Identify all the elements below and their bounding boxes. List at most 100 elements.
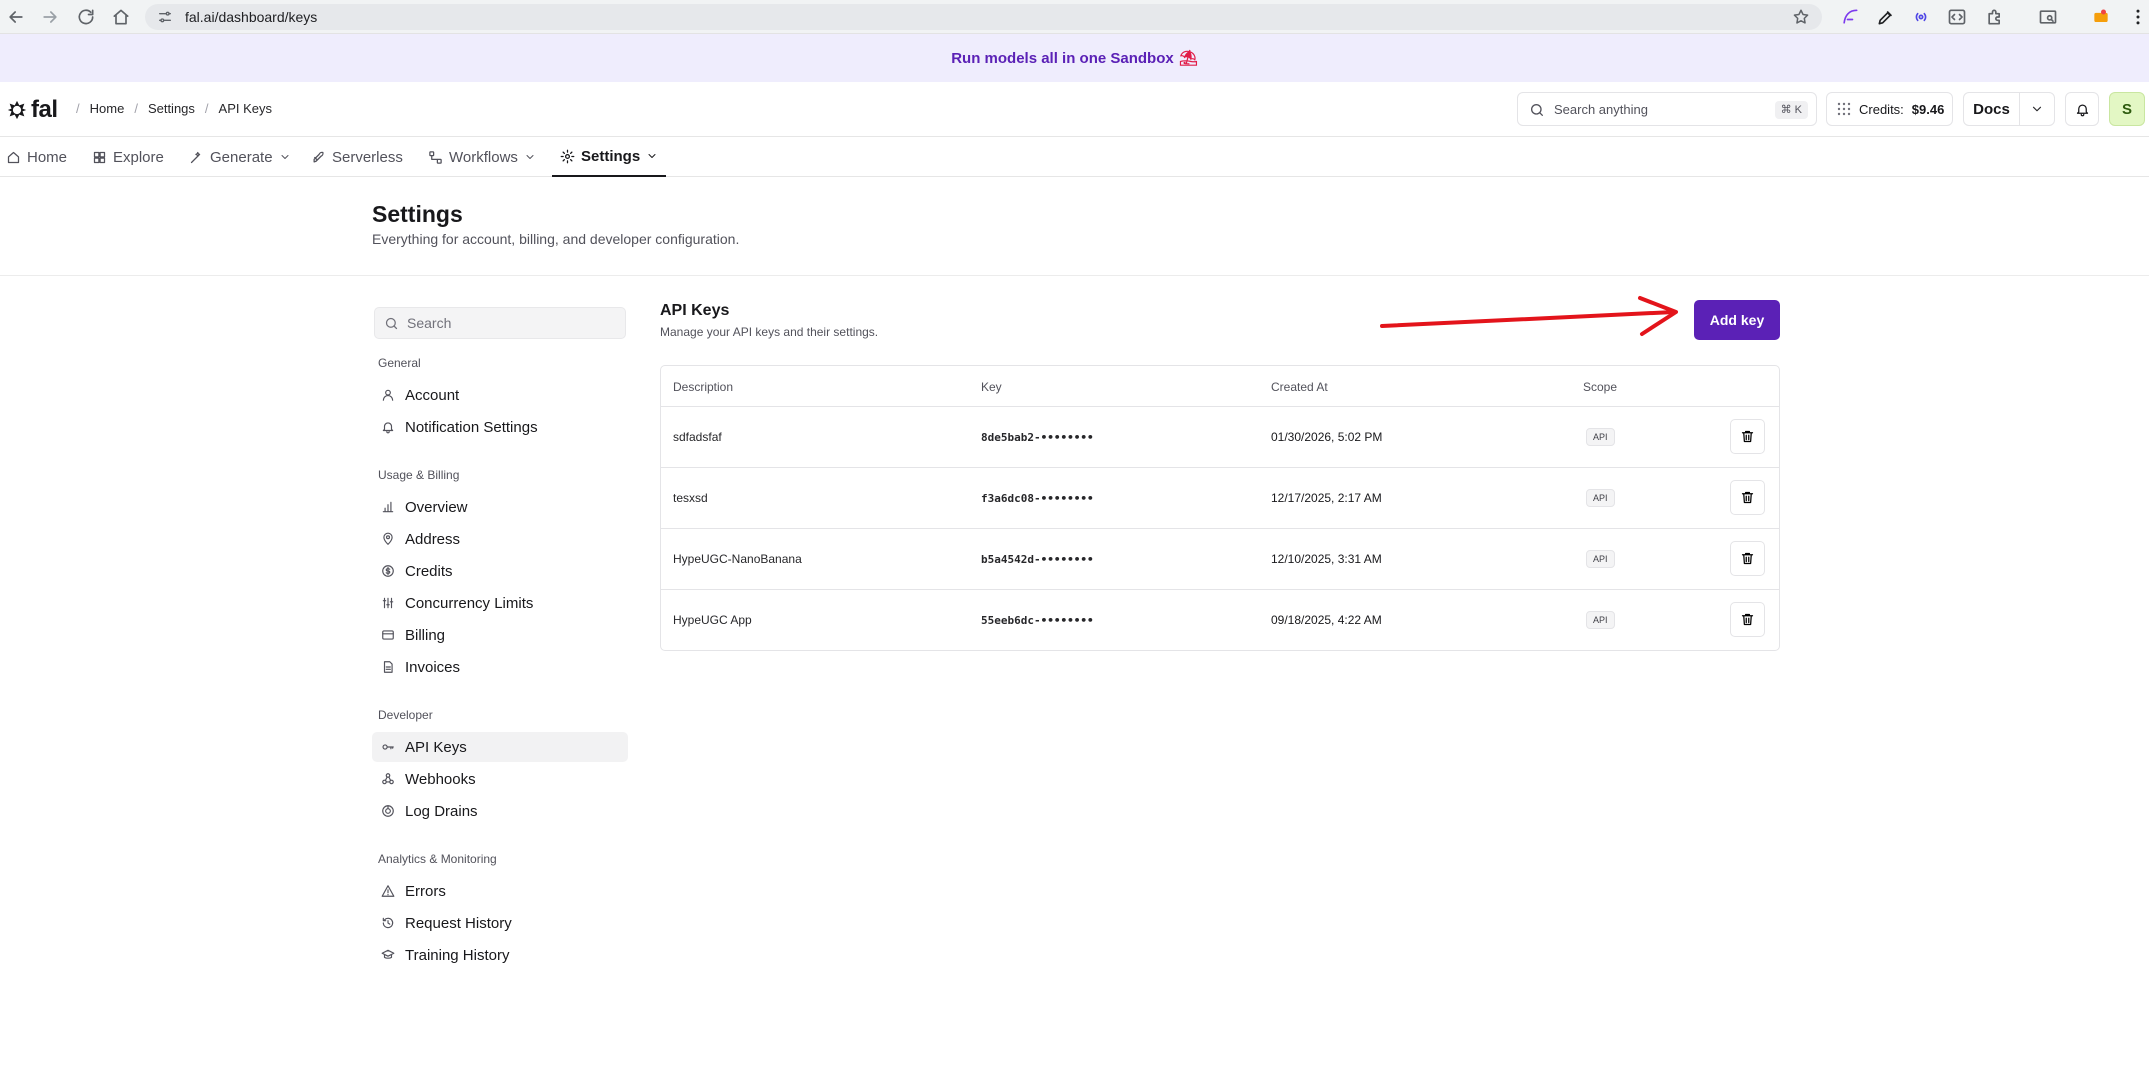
docs-button[interactable]: Docs <box>1964 93 2020 125</box>
sidebar-item-label: Address <box>405 530 461 548</box>
sidebar-item-invoices[interactable]: Invoices <box>372 652 628 682</box>
key-created-at: 01/30/2026, 5:02 PM <box>1271 430 1383 444</box>
column-scope: Scope <box>1583 380 1618 394</box>
nav-workflows-label: Workflows <box>449 148 518 166</box>
chevron-down-icon <box>281 155 289 159</box>
page-subtitle: Everything for account, billing, and dev… <box>372 231 740 247</box>
sidebar-item-address[interactable]: Address <box>372 524 628 554</box>
home-icon[interactable] <box>111 7 131 27</box>
sidebar-search-input[interactable] <box>407 308 617 338</box>
browser-menu-icon[interactable] <box>2128 7 2148 27</box>
eyedropper-extension-icon[interactable] <box>1876 7 1896 27</box>
nav-serverless[interactable]: Serverless <box>311 137 403 177</box>
back-icon[interactable] <box>6 7 26 27</box>
logo-text: fal <box>31 96 58 123</box>
nav-generate[interactable]: Generate <box>189 137 291 177</box>
avatar[interactable]: S <box>2109 92 2145 126</box>
trash-icon <box>1741 613 1754 626</box>
promo-banner[interactable]: Run models all in one Sandbox ⛱ <box>0 34 2149 82</box>
add-key-button[interactable]: Add key <box>1694 300 1780 340</box>
sidebar-item-webhooks[interactable]: Webhooks <box>372 764 628 794</box>
credits-label: Credits: <box>1859 101 1904 117</box>
broadcast-extension-icon[interactable] <box>1911 7 1931 27</box>
key-value: 55eeb6dc-•••••••• <box>981 614 1094 627</box>
key-created-at: 09/18/2025, 4:22 AM <box>1271 613 1382 627</box>
credits-button[interactable]: Credits: $9.46 <box>1826 92 1953 126</box>
wand-icon <box>190 151 201 163</box>
sidebar-item-label: Notification Settings <box>405 418 538 436</box>
sidebar-item-api-keys[interactable]: API Keys <box>372 732 628 762</box>
scope-badge: API <box>1586 489 1615 507</box>
puzzle-extensions-icon[interactable] <box>1985 7 2005 27</box>
global-search[interactable]: Search anything ⌘ K <box>1517 92 1817 126</box>
api-keys-title: API Keys <box>660 302 730 319</box>
delete-key-button[interactable] <box>1730 602 1765 637</box>
sidebar-item-log-drains[interactable]: Log Drains <box>372 796 628 826</box>
user-icon <box>382 389 394 401</box>
feather-extension-icon[interactable] <box>1840 7 1860 27</box>
sidebar-search[interactable] <box>374 307 626 339</box>
workflow-icon <box>429 150 442 164</box>
delete-key-button[interactable] <box>1730 541 1765 576</box>
sidebar-item-errors[interactable]: Errors <box>372 876 628 906</box>
trash-icon <box>1741 552 1754 565</box>
chevron-down-icon[interactable] <box>2020 93 2054 125</box>
sidebar-item-label: Credits <box>405 562 453 580</box>
history-icon <box>382 917 394 929</box>
breadcrumb-api-keys[interactable]: API Keys <box>219 101 272 116</box>
breadcrumb-settings[interactable]: Settings <box>148 101 195 116</box>
sidebar-item-notification-settings[interactable]: Notification Settings <box>372 412 628 442</box>
sidebar-item-credits[interactable]: Credits <box>372 556 628 586</box>
sidebar-item-label: Billing <box>405 626 446 644</box>
site-settings-icon[interactable] <box>157 9 173 25</box>
home-icon <box>7 151 20 163</box>
nav-workflows[interactable]: Workflows <box>428 137 536 177</box>
forward-icon[interactable] <box>40 7 60 27</box>
address-bar[interactable]: fal.ai/dashboard/keys <box>145 4 1822 30</box>
bell-icon <box>2076 104 2088 116</box>
api-keys-subtitle: Manage your API keys and their settings. <box>660 325 879 339</box>
credits-value: $9.46 <box>1911 101 1945 117</box>
api-keys-table: Description Key Created At Scope sdfadsf… <box>660 365 1780 651</box>
bookmark-star-icon[interactable] <box>1792 8 1810 26</box>
sidebar-item-label: Invoices <box>405 658 461 676</box>
sidebar-item-account[interactable]: Account <box>372 380 628 410</box>
key-description: sdfadsfaf <box>673 430 722 444</box>
key-description: tesxsd <box>673 491 708 505</box>
document-icon <box>383 661 393 673</box>
nav-settings[interactable]: Settings <box>552 137 667 177</box>
warning-icon <box>381 885 395 897</box>
delete-key-button[interactable] <box>1730 419 1765 454</box>
key-description: HypeUGC App <box>673 613 752 627</box>
bar-chart-icon <box>382 501 394 513</box>
webhook-icon <box>382 773 394 785</box>
nav-home[interactable]: Home <box>6 137 67 177</box>
map-pin-icon <box>383 532 393 545</box>
sidebar-item-label: Log Drains <box>405 802 478 820</box>
sidebar-item-concurrency-limits[interactable]: Concurrency Limits <box>372 588 628 618</box>
sidebar-item-overview[interactable]: Overview <box>372 492 628 522</box>
credits-icon <box>1837 102 1851 116</box>
code-extension-icon[interactable] <box>1947 7 1967 27</box>
sidebar-item-label: Webhooks <box>405 770 476 788</box>
scope-badge: API <box>1586 550 1615 568</box>
sidebar-item-billing[interactable]: Billing <box>372 620 628 650</box>
nav-explore[interactable]: Explore <box>92 137 164 177</box>
profile-extension-icon[interactable] <box>2091 7 2111 27</box>
bell-icon <box>382 422 394 434</box>
scope-badge: API <box>1586 428 1615 446</box>
reload-icon[interactable] <box>76 7 96 27</box>
column-created-at: Created At <box>1271 380 1328 394</box>
url-text[interactable]: fal.ai/dashboard/keys <box>185 9 317 25</box>
breadcrumb-home[interactable]: Home <box>90 101 125 116</box>
notifications-button[interactable] <box>2065 92 2099 126</box>
sidebar-section-analytics: Analytics & Monitoring <box>378 852 497 866</box>
delete-key-button[interactable] <box>1730 480 1765 515</box>
sidebar-item-training-history[interactable]: Training History <box>372 940 628 970</box>
sidebar-item-request-history[interactable]: Request History <box>372 908 628 938</box>
promo-text[interactable]: Run models all in one Sandbox <box>951 50 1174 67</box>
tab-search-icon[interactable] <box>2038 7 2058 27</box>
fal-logo[interactable]: fal <box>6 96 58 124</box>
page-header: Settings Everything for account, billing… <box>0 177 2149 276</box>
drain-icon <box>382 805 394 817</box>
